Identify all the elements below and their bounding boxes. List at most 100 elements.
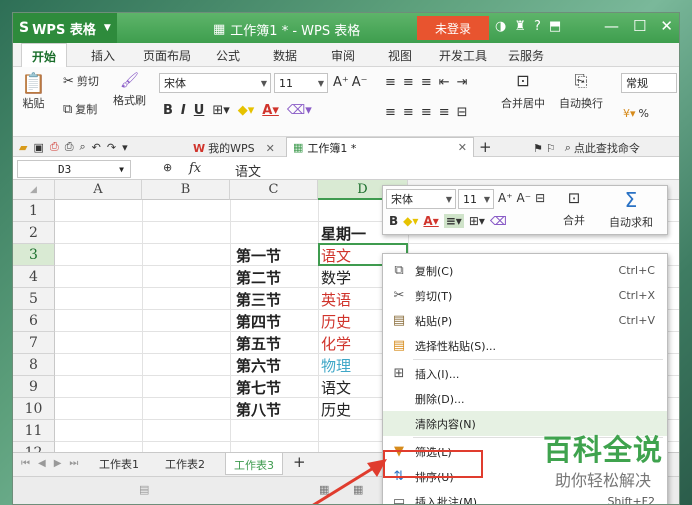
first-sheet-icon[interactable]: ⏮ [21, 458, 30, 469]
column-header[interactable]: B [142, 180, 230, 200]
row-header[interactable]: 11 [13, 420, 55, 442]
close-icon[interactable]: ✕ [660, 17, 673, 35]
maximize-icon[interactable]: ☐ [633, 17, 646, 35]
close-tab-icon[interactable]: ✕ [458, 141, 467, 154]
align-center-icon[interactable]: ≡▾ [443, 214, 464, 228]
currency-button[interactable]: ¥▾ % [623, 107, 649, 120]
document-tab[interactable]: ▦ 工作簿1 * ✕ [286, 137, 474, 157]
undo-icon[interactable]: ↶ [92, 141, 101, 154]
minimize-icon[interactable]: — [604, 17, 619, 35]
save-icon[interactable]: ▣ [33, 141, 43, 154]
row-header[interactable]: 5 [13, 288, 55, 310]
customize-icon[interactable]: ▾ [122, 141, 128, 154]
font-size-adjust[interactable]: A⁺ A⁻ [333, 75, 368, 90]
tab-page-layout[interactable]: 页面布局 [143, 47, 191, 64]
tab-home[interactable]: 开始 [21, 43, 68, 67]
wrap-text-button[interactable]: ⎘ 自动换行 [559, 73, 603, 111]
cell-D2[interactable]: 星期一 [318, 222, 366, 244]
flag-icon[interactable]: ⚐ [546, 142, 556, 155]
sheet-tab-1[interactable]: 工作表1 [99, 456, 139, 472]
cell-D10[interactable]: 历史 [318, 398, 351, 420]
help-button[interactable]: ? [534, 19, 541, 34]
menu-item-insert-comment[interactable]: ▭ 插入批注(M)... Shift+F2 [383, 489, 667, 504]
cell-C6[interactable]: 第四节 [233, 310, 281, 332]
row-header[interactable]: 8 [13, 354, 55, 376]
tab-review[interactable]: 审阅 [331, 47, 355, 64]
cell-D7[interactable]: 化学 [318, 332, 351, 354]
number-format-select[interactable]: 常规 [621, 73, 677, 93]
cell-C3[interactable]: 第一节 [233, 244, 281, 266]
skin-icon[interactable]: ◑ [495, 19, 506, 34]
row-header[interactable]: 2 [13, 222, 55, 244]
mini-font-select[interactable]: 宋体 ▼ [386, 189, 456, 209]
paste-button[interactable]: 📋 粘贴 [21, 73, 46, 111]
menu-item-delete[interactable]: 删除(D)... [383, 386, 667, 411]
distribute-icon[interactable]: ⊟ [457, 105, 468, 120]
command-search[interactable]: ⚑ ⚐ ⌕ 点此查找命令 [533, 140, 640, 156]
border-icon[interactable]: ⊞▾ [212, 103, 229, 118]
merge-center-button[interactable]: ⊡ 合并居中 [501, 73, 545, 111]
shirt-icon[interactable]: ♜ [514, 19, 526, 34]
mini-size-select[interactable]: 11 ▼ [458, 189, 494, 209]
italic-icon[interactable]: I [181, 103, 186, 118]
select-all-corner[interactable]: ◢ [13, 180, 55, 200]
cut-button[interactable]: ✂ 剪切 [63, 73, 99, 89]
align-right-icon[interactable]: ≡ [421, 105, 432, 120]
redo-icon[interactable]: ↷ [107, 141, 116, 154]
cell-D9[interactable]: 语文 [318, 376, 351, 398]
cell-C8[interactable]: 第六节 [233, 354, 281, 376]
underline-icon[interactable]: U [194, 103, 205, 118]
align-top-icon[interactable]: ≡ [385, 75, 396, 90]
tab-formula[interactable]: 公式 [216, 47, 240, 64]
column-header[interactable]: C [230, 180, 318, 200]
app-menu-button[interactable]: S WPS 表格 ▼ [13, 13, 117, 43]
sheet-tab-2[interactable]: 工作表2 [165, 456, 205, 472]
print-preview-icon[interactable]: ⌕ [80, 140, 86, 154]
font-color-icon[interactable]: A▾ [423, 214, 438, 228]
bold-icon[interactable]: B [163, 103, 173, 118]
align-left-icon[interactable]: ≡ [385, 105, 396, 120]
prev-sheet-icon[interactable]: ◀ [38, 458, 46, 469]
clear-format-icon[interactable]: ⌫ [490, 214, 507, 228]
status-icon[interactable]: ▤ [139, 483, 149, 496]
tab-developer[interactable]: 开发工具 [439, 47, 487, 64]
font-family-select[interactable]: 宋体 ▼ [159, 73, 271, 93]
cell-D6[interactable]: 历史 [318, 310, 351, 332]
font-size-select[interactable]: 11 ▼ [274, 73, 328, 93]
row-header[interactable]: 6 [13, 310, 55, 332]
my-wps-tab[interactable]: W 我的WPS ✕ [193, 140, 275, 156]
name-box[interactable]: D3 ▼ [17, 160, 131, 178]
cell-D8[interactable]: 物理 [318, 354, 351, 376]
row-header[interactable]: 12 [13, 442, 55, 452]
tab-data[interactable]: 数据 [273, 47, 297, 64]
cell-C7[interactable]: 第五节 [233, 332, 281, 354]
cell-C4[interactable]: 第二节 [233, 266, 281, 288]
align-bottom-icon[interactable]: ≡ [421, 75, 432, 90]
print-icon[interactable]: ⎙ [65, 140, 74, 154]
grow-font-icon[interactable]: A⁺ [498, 191, 513, 205]
fx-button[interactable]: fx [189, 161, 201, 176]
sync-icon[interactable]: ⚑ [533, 142, 543, 155]
copy-button[interactable]: ⧉ 复制 [63, 101, 97, 117]
menu-item-copy[interactable]: ⧉ 复制(C) Ctrl+C [383, 258, 667, 283]
export-pdf-icon[interactable]: ⎙ [50, 140, 59, 154]
close-tab-icon[interactable]: ✕ [266, 142, 275, 155]
indent-increase-icon[interactable]: ⇥ [457, 75, 468, 90]
sheet-tab-3[interactable]: 工作表3 [225, 453, 283, 475]
menu-item-paste-special[interactable]: ▤ 选择性粘贴(S)... [383, 333, 667, 358]
clear-format-icon[interactable]: ⌫▾ [287, 103, 312, 118]
menu-item-insert[interactable]: ⊞ 插入(I)... [383, 361, 667, 386]
login-button[interactable]: 未登录 [417, 16, 489, 40]
cell-D5[interactable]: 英语 [318, 288, 351, 310]
tab-view[interactable]: 视图 [388, 47, 412, 64]
fill-color-icon[interactable]: ◆▾ [238, 103, 255, 118]
menu-item-paste[interactable]: ▤ 粘贴(P) Ctrl+V [383, 308, 667, 333]
border-icon[interactable]: ⊞▾ [469, 214, 485, 228]
format-painter-button[interactable]: 🖌 格式刷 [113, 73, 146, 108]
row-header[interactable]: 7 [13, 332, 55, 354]
cell-C9[interactable]: 第七节 [233, 376, 281, 398]
menu-item-cut[interactable]: ✂ 剪切(T) Ctrl+X [383, 283, 667, 308]
grow-font-icon[interactable]: A⁺ [333, 75, 349, 90]
cell-C10[interactable]: 第八节 [233, 398, 281, 420]
row-header[interactable]: 3 [13, 244, 55, 266]
